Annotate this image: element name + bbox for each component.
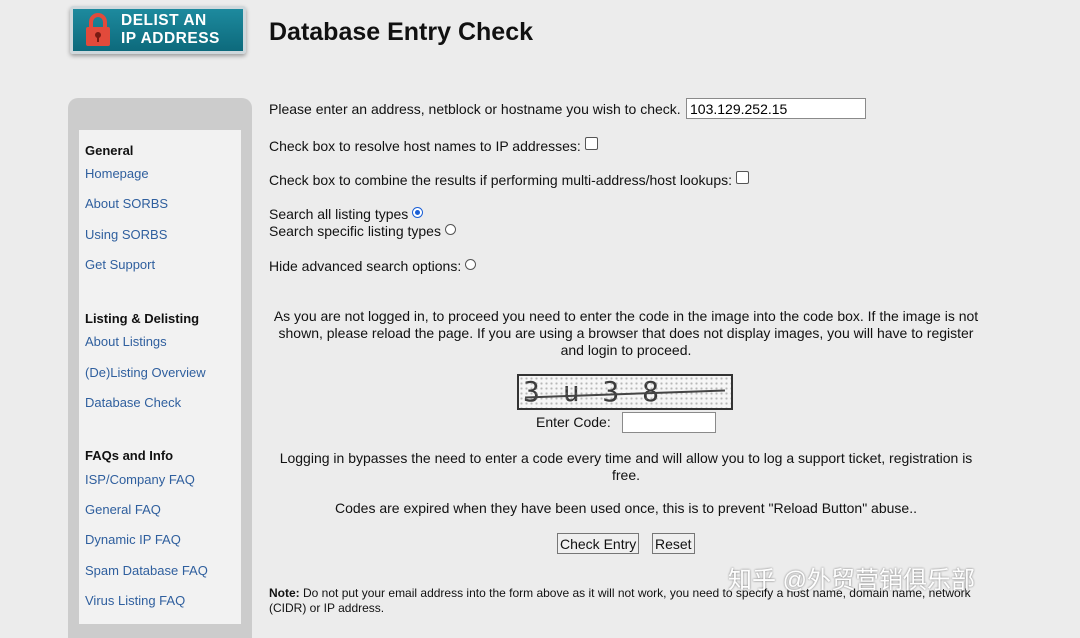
logo-text: DELIST AN IP ADDRESS [121,12,220,48]
resolve-row: Check box to resolve host names to IP ad… [269,137,598,154]
resolve-checkbox[interactable] [584,137,598,150]
sidebar-link-about-listings[interactable]: About Listings [85,334,167,349]
sidebar-heading-faqs: FAQs and Info [85,448,174,463]
enter-code-label: Enter Code: [536,414,611,430]
address-label: Please enter an address, netblock or hos… [269,101,681,117]
hide-advanced-label: Hide advanced search options: [269,258,462,274]
logo-line-2: IP ADDRESS [121,30,220,47]
page-title: Database Entry Check [269,18,534,46]
sidebar-heading-listing: Listing & Delisting [85,311,200,326]
search-all-radio[interactable] [412,207,424,218]
sidebar-link-spam-db-faq[interactable]: Spam Database FAQ [85,563,208,578]
sidebar-link-dynamic-ip-faq[interactable]: Dynamic IP FAQ [85,532,181,547]
sidebar-link-delisting-overview[interactable]: (De)Listing Overview [85,365,206,380]
sidebar-heading-general: General [85,143,134,158]
sidebar-link-isp-faq[interactable]: ISP/Company FAQ [85,472,195,487]
address-input[interactable] [686,98,866,119]
search-specific-label: Search specific listing types [269,223,441,239]
combine-label: Check box to combine the results if perf… [269,172,732,188]
sidebar-link-homepage[interactable]: Homepage [85,166,149,181]
sidebar-link-general-faq[interactable]: General FAQ [85,502,161,517]
check-entry-button[interactable]: Check Entry [557,533,640,554]
watermark: 知乎 @外贸营销俱乐部 [728,567,976,594]
code-input[interactable] [622,412,716,433]
sidebar-link-using-sorbs[interactable]: Using SORBS [85,227,167,242]
note-label: Note: [269,586,300,600]
combine-checkbox[interactable] [736,171,749,184]
sidebar-link-virus-faq[interactable]: Virus Listing FAQ [85,593,185,608]
search-specific-radio[interactable] [444,224,456,235]
sidebar-link-database-check[interactable]: Database Check [85,395,181,410]
logo-line-1: DELIST AN [121,12,207,29]
captcha-noise-line [525,389,725,399]
reset-button[interactable]: Reset [652,533,695,554]
bypass-text: Logging in bypasses the need to enter a … [279,450,973,483]
sidebar-link-get-support[interactable]: Get Support [85,257,155,272]
expire-text: Codes are expired when they have been us… [335,500,917,516]
combine-row: Check box to combine the results if perf… [269,171,749,188]
resolve-label: Check box to resolve host names to IP ad… [269,138,581,154]
padlock-icon [85,13,111,47]
sidebar-link-about-sorbs[interactable]: About SORBS [85,196,168,211]
search-specific-row: Search specific listing types [269,223,456,239]
hide-advanced-row: Hide advanced search options: [269,258,477,274]
search-all-label: Search all listing types [269,206,409,222]
search-all-row: Search all listing types [269,206,424,222]
captcha-image: 3 u 3 8 kmz 9 [517,374,733,410]
hide-advanced-radio[interactable] [465,259,477,270]
login-notice: As you are not logged in, to proceed you… [273,308,979,358]
delist-logo-button[interactable]: DELIST AN IP ADDRESS [70,6,246,54]
